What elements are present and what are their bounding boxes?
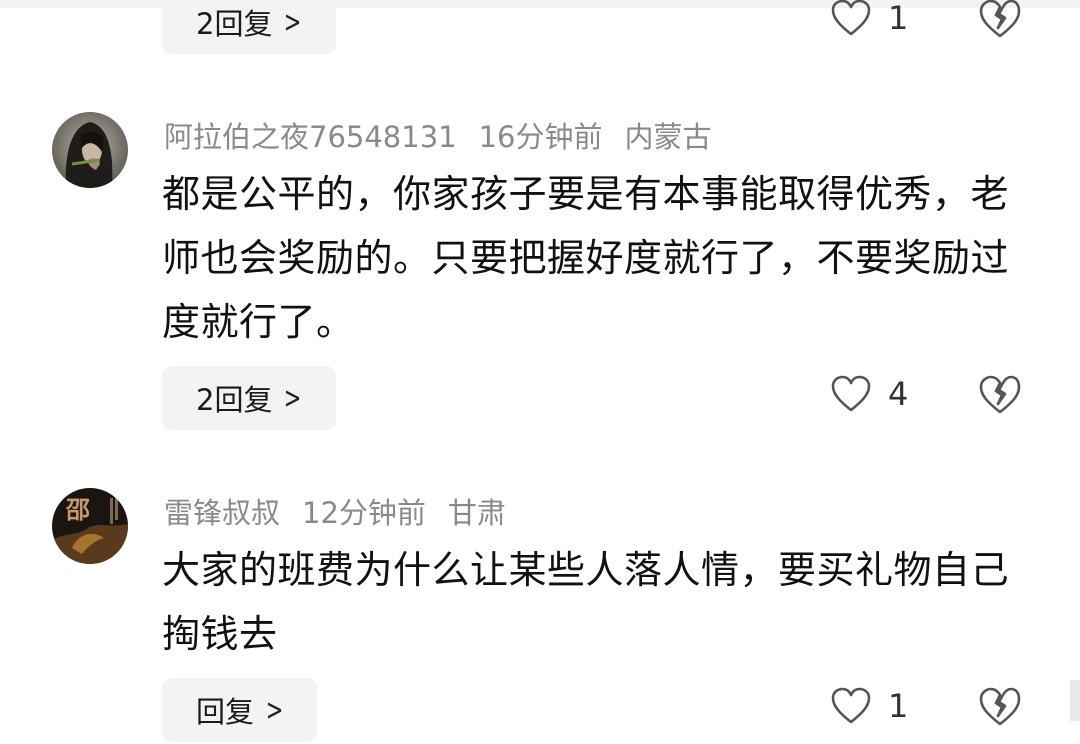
reply-label: 回复: [196, 695, 255, 729]
comment-text: 大家的班费为什么让某些人落人情，要买礼物自己掏钱去: [162, 548, 1010, 656]
timestamp: 12分钟前: [302, 496, 426, 530]
dislike-button[interactable]: [978, 0, 1022, 44]
username[interactable]: 雷锋叔叔: [164, 496, 280, 530]
location: 内蒙古: [624, 120, 712, 154]
svg-text:邵: 邵: [65, 495, 90, 524]
chevron-right-icon: >: [284, 4, 302, 40]
chevron-right-icon: >: [284, 380, 302, 416]
reply-label: 2回复: [196, 7, 273, 41]
heart-outline-icon: [831, 375, 871, 412]
avatar-image: 邵: [52, 488, 128, 564]
reply-label: 2回复: [196, 383, 273, 417]
scrollbar-edge: [1070, 680, 1080, 721]
avatar-image: [52, 112, 128, 188]
like-button[interactable]: 4: [830, 374, 912, 414]
chevron-right-icon: >: [265, 692, 284, 728]
previous-comment-actions: 2回复 > 1: [162, 0, 1080, 56]
broken-heart-icon: [979, 0, 1021, 38]
like-count: 1: [888, 687, 909, 725]
broken-heart-icon: [979, 687, 1021, 726]
reply-button[interactable]: 回复 >: [162, 678, 318, 742]
broken-heart-icon: [979, 375, 1021, 414]
like-count: 1: [888, 0, 909, 37]
avatar[interactable]: 邵: [52, 488, 128, 564]
comment-meta: 雷锋叔叔 12分钟前 甘肃: [164, 490, 528, 532]
like-button[interactable]: 1: [830, 686, 912, 726]
like-count: 4: [888, 375, 909, 413]
location: 甘肃: [447, 496, 506, 530]
reply-button[interactable]: 2回复 >: [162, 0, 336, 54]
like-button[interactable]: 1: [830, 0, 912, 38]
comment-text: 都是公平的，你家孩子要是有本事能取得优秀，老师也会奖励的。只要把握好度就行了，不…: [162, 172, 1010, 344]
timestamp: 16分钟前: [478, 120, 603, 154]
dislike-button[interactable]: [978, 686, 1022, 732]
comment-actions: 回复 > 1: [162, 678, 1080, 744]
reply-button[interactable]: 2回复 >: [162, 366, 336, 430]
avatar[interactable]: [52, 112, 128, 188]
comment-meta: 阿拉伯之夜76548131 16分钟前 内蒙古: [164, 114, 734, 156]
heart-outline-icon: [831, 687, 871, 724]
dislike-button[interactable]: [978, 374, 1022, 420]
heart-outline-icon: [831, 0, 871, 36]
comment-actions: 2回复 > 4: [162, 366, 1080, 432]
username[interactable]: 阿拉伯之夜76548131: [164, 120, 457, 154]
